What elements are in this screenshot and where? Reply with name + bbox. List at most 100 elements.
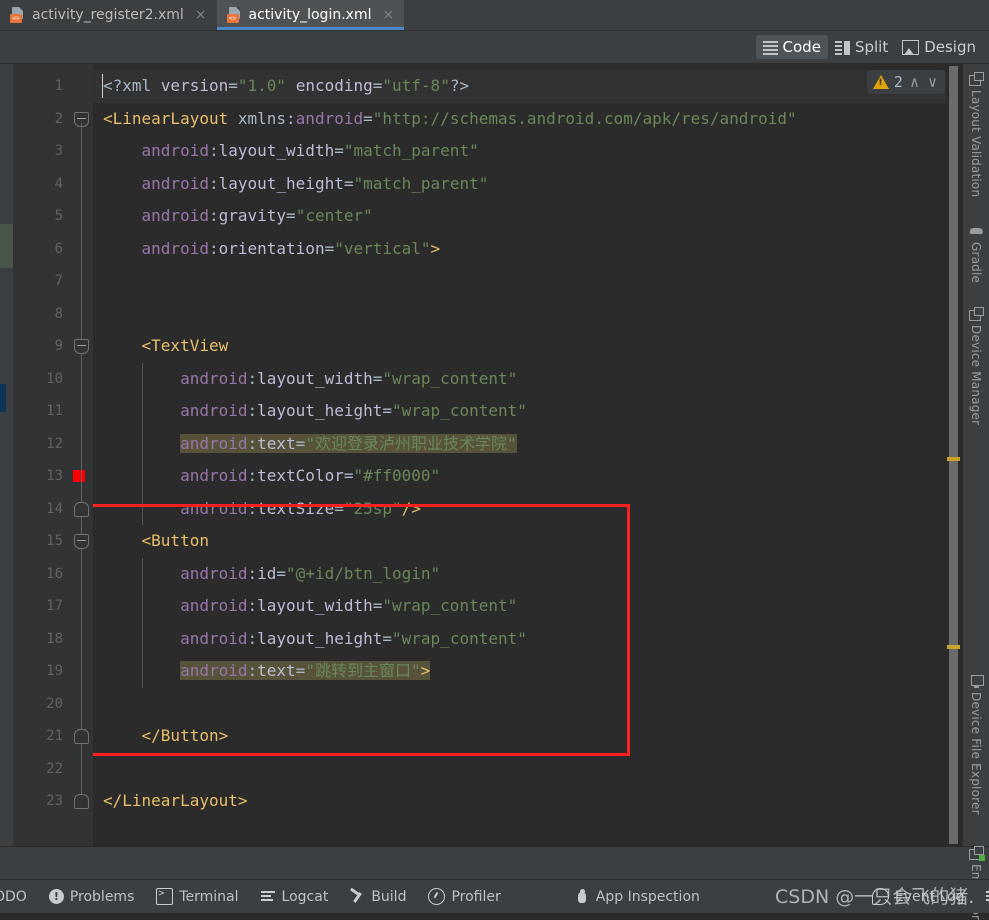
code-line[interactable]: <Button	[93, 525, 946, 558]
code-line[interactable]: </Button>	[93, 720, 946, 753]
token-tag: />	[401, 498, 421, 518]
code-line[interactable]: android:layout_width="wrap_content"	[93, 590, 946, 623]
token-val: "http://schemas.android.com/apk/res/andr…	[372, 108, 797, 128]
line-number: 21	[46, 728, 63, 744]
inspection-widget[interactable]: 2 ∧ ∨	[866, 70, 945, 94]
token-tag: </Button>	[141, 726, 229, 745]
code-editor-text[interactable]: <?xml version="1.0" encoding="utf-8"?> <L…	[93, 64, 946, 846]
close-icon[interactable]: ×	[193, 8, 209, 22]
token-attr: gravity	[218, 206, 287, 225]
right-tool-gradle[interactable]: Gradle	[963, 224, 989, 283]
tab-design[interactable]: Design	[895, 35, 983, 59]
bottom-tool-profiler[interactable]: Profiler	[417, 880, 511, 913]
code-line[interactable]	[93, 298, 946, 331]
token-punct: :	[247, 563, 258, 583]
code-line[interactable]: </LinearLayout>	[93, 785, 946, 818]
code-tokens: android:layout_height="match_parent"	[142, 174, 489, 193]
scrollbar-thumb[interactable]	[949, 66, 958, 844]
token-punct: :	[247, 498, 258, 518]
code-line[interactable]: android:textColor="#ff0000"	[93, 460, 946, 493]
token-attr: encoding	[295, 76, 373, 95]
chevron-up-icon[interactable]: ∧	[908, 74, 921, 90]
warning-stripe-marker[interactable]	[947, 457, 960, 461]
left-stripe-button[interactable]	[0, 224, 13, 268]
token-punct: :	[247, 466, 258, 485]
editor-tab-activity-register2[interactable]: <> activity_register2.xml ×	[0, 0, 217, 30]
editor-tab-activity-login[interactable]: <> activity_login.xml ×	[216, 0, 405, 30]
token-attr: id	[257, 563, 277, 583]
bottom-tool-layout-inspector[interactable]: Layout Inspector	[975, 880, 989, 913]
token-attr: orientation	[218, 238, 325, 258]
code-tokens: <LinearLayout xmlns:android="http://sche…	[103, 109, 797, 128]
split-view-icon	[834, 40, 850, 55]
code-line[interactable]: android:layout_height="wrap_content"	[93, 623, 946, 656]
code-line[interactable]: android:layout_width="wrap_content"	[93, 363, 946, 396]
close-icon[interactable]: ×	[380, 8, 396, 22]
token-ns: android	[295, 108, 364, 128]
token-val: "1.0"	[237, 76, 287, 95]
code-line[interactable]	[93, 265, 946, 298]
line-number: 7	[54, 273, 63, 289]
token-punct: =	[334, 498, 344, 518]
code-line[interactable]	[93, 753, 946, 786]
bottom-tool-logcat[interactable]: Logcat	[250, 880, 340, 913]
right-tool-device-manager[interactable]: Device Manager	[963, 307, 989, 425]
code-line[interactable]: <?xml version="1.0" encoding="utf-8"?>	[93, 70, 946, 103]
bottom-tool-problems[interactable]: Problems	[38, 880, 146, 913]
line-number: 1	[54, 78, 63, 94]
token-val: "center"	[295, 206, 373, 225]
token-punct: xmlns:	[237, 108, 296, 128]
bottom-tool-app-inspection[interactable]: App Inspection	[564, 880, 711, 913]
code-line[interactable]: android:text="欢迎登录泸州职业技术学院"	[93, 428, 946, 461]
xml-file-icon: <>	[10, 7, 26, 23]
chevron-down-icon[interactable]: ∨	[926, 74, 939, 90]
left-tool-stripe	[0, 64, 13, 846]
bottom-tool-terminal[interactable]: Terminal	[145, 880, 249, 913]
code-line[interactable]: android:textSize="25sp"/>	[93, 493, 946, 526]
code-line[interactable]	[93, 688, 946, 721]
code-line[interactable]: android:layout_width="match_parent"	[93, 135, 946, 168]
token-tag: >	[420, 661, 431, 680]
problems-icon	[48, 889, 64, 904]
text-caret	[102, 74, 103, 98]
editor-mode-bar: Code Split Design	[0, 31, 989, 64]
terminal-icon	[156, 888, 174, 905]
right-tool-layout-validation[interactable]: Layout Validation	[963, 72, 989, 197]
warning-stripe-marker[interactable]	[947, 645, 960, 649]
code-line[interactable]: <TextView	[93, 330, 946, 363]
token-val: "wrap_content"	[392, 401, 527, 420]
code-line[interactable]: android:layout_height="wrap_content"	[93, 395, 946, 428]
line-number: 23	[46, 793, 63, 809]
code-tokens: <TextView	[142, 336, 229, 355]
bottom-tool-build[interactable]: Build	[339, 880, 417, 913]
right-tool-label: Gradle	[969, 242, 983, 284]
line-number: 17	[46, 598, 63, 614]
token-punct: :	[247, 368, 258, 388]
editor-scrollbar[interactable]	[946, 64, 962, 846]
token-attr: textSize	[257, 498, 335, 518]
code-line[interactable]: android:text="跳转到主窗口">	[93, 655, 946, 688]
editor-gutter[interactable]: 1 2 3 4 5 6 7 8 9 10 11 12 13 14 15 16 17 18 19 20 21 22 23	[13, 64, 93, 846]
token-ns: android	[180, 563, 248, 583]
token-attr: layout_height	[257, 628, 383, 648]
token-val: "25sp"	[343, 498, 402, 518]
line-number: 2	[54, 110, 63, 127]
tab-code[interactable]: Code	[755, 35, 828, 59]
token-ns: android	[180, 628, 248, 648]
bottom-tool-label: App Inspection	[595, 888, 700, 905]
code-line[interactable]: <LinearLayout xmlns:android="http://sche…	[93, 103, 946, 136]
right-tool-device-file-explorer[interactable]: Device File Explorer	[963, 674, 989, 815]
color-preview-swatch[interactable]	[73, 470, 85, 483]
inspection-highlight: android:text="跳转到主窗口">	[180, 661, 431, 680]
code-line[interactable]: android:gravity="center"	[93, 200, 946, 233]
tab-split[interactable]: Split	[828, 35, 895, 59]
bottom-tool-label: Logcat	[281, 888, 329, 905]
code-line[interactable]: android:orientation="vertical">	[93, 233, 946, 266]
code-line[interactable]: android:layout_height="match_parent"	[93, 168, 946, 201]
token-tag: <Button	[141, 531, 209, 550]
token-punct: =	[382, 628, 393, 648]
bottom-tool-odo[interactable]: ODO	[0, 880, 38, 913]
token-punct: =	[382, 401, 393, 420]
code-line[interactable]: android:id="@+id/btn_login"	[93, 558, 946, 591]
warning-triangle-icon	[872, 75, 889, 89]
